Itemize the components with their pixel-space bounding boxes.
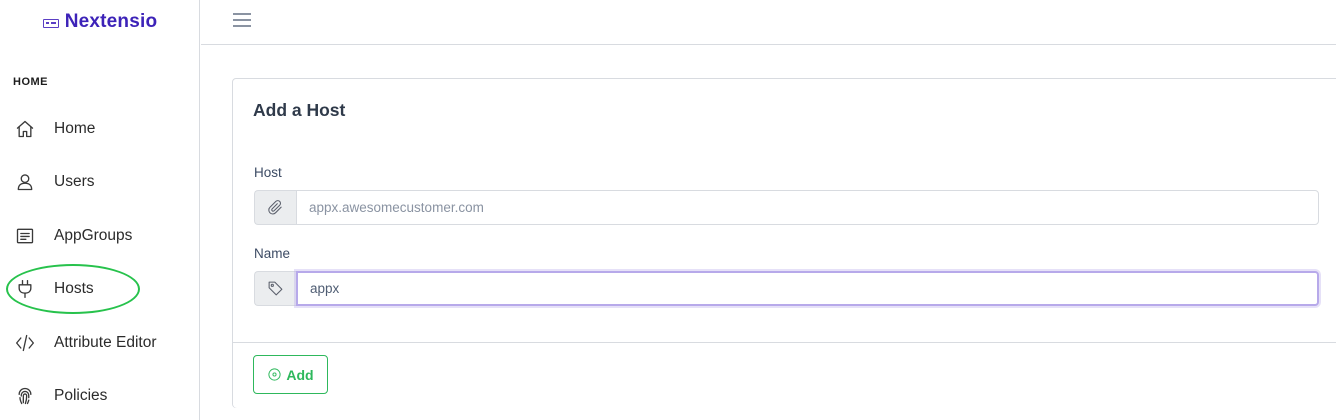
host-input-group	[254, 190, 1319, 225]
name-label: Name	[254, 246, 291, 261]
sidebar-item-users[interactable]: Users	[0, 160, 200, 204]
home-icon	[14, 118, 36, 140]
sidebar-item-label: Policies	[54, 387, 108, 404]
brand-name: Nextensio	[64, 11, 158, 32]
user-icon	[14, 171, 36, 193]
add-host-card: Add a Host Host Name Add	[232, 78, 1336, 408]
name-input[interactable]	[296, 271, 1319, 306]
sidebar: Nextensio HOME Home Users AppGroups Host…	[0, 0, 200, 420]
add-button[interactable]: Add	[253, 355, 328, 394]
sidebar-item-label: Home	[54, 120, 96, 137]
tag-icon	[254, 271, 296, 306]
top-header	[201, 0, 1336, 45]
card-title: Add a Host	[253, 100, 346, 120]
paperclip-icon	[254, 190, 296, 225]
list-icon	[14, 225, 36, 247]
sidebar-item-appgroups[interactable]: AppGroups	[0, 214, 200, 258]
sidebar-item-label: Attribute Editor	[54, 334, 157, 351]
sidebar-item-label: Users	[54, 173, 95, 190]
host-input[interactable]	[296, 190, 1319, 225]
code-icon	[14, 332, 36, 354]
name-input-group	[254, 271, 1319, 306]
keyboard-icon	[42, 18, 59, 28]
nav-section-title: HOME	[13, 76, 48, 88]
host-label: Host	[254, 165, 282, 180]
hamburger-icon[interactable]	[233, 11, 253, 29]
sidebar-item-label: Hosts	[54, 280, 94, 297]
add-button-label: Add	[286, 366, 314, 383]
sidebar-item-home[interactable]: Home	[0, 107, 200, 151]
fingerprint-icon	[14, 385, 36, 407]
card-footer: Add	[233, 342, 1336, 408]
sidebar-item-attribute-editor[interactable]: Attribute Editor	[0, 321, 200, 365]
circle-dot-icon	[268, 368, 281, 381]
brand[interactable]: Nextensio	[0, 0, 200, 44]
sidebar-item-label: AppGroups	[54, 227, 133, 244]
sidebar-item-hosts[interactable]: Hosts	[0, 267, 200, 311]
plug-icon	[14, 278, 36, 300]
sidebar-item-policies[interactable]: Policies	[0, 374, 200, 418]
